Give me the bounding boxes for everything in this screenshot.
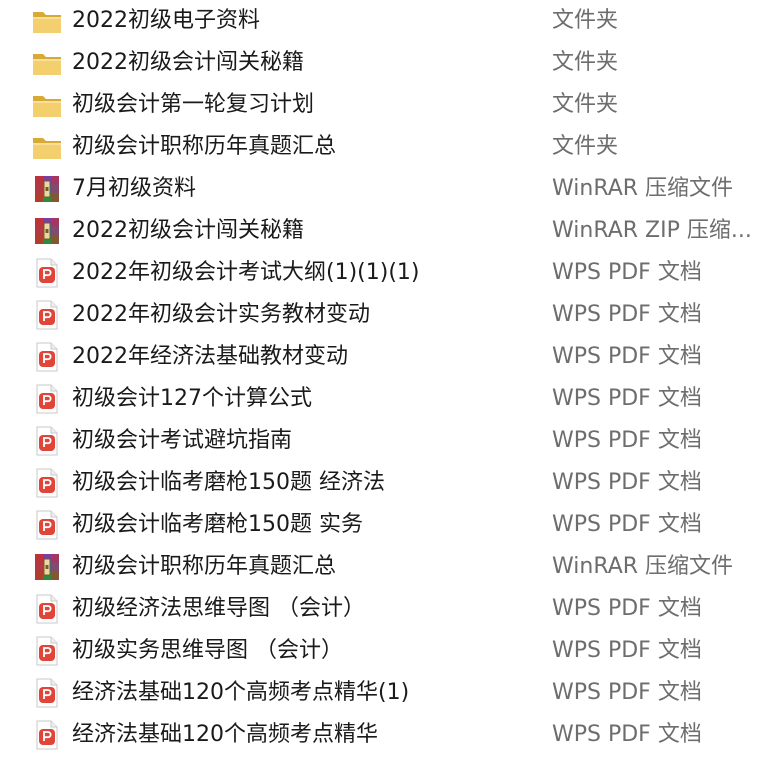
- file-name: 初级会计临考磨枪150题 经济法: [72, 470, 385, 495]
- file-row[interactable]: 初级会计127个计算公式 WPS PDF 文档: [0, 378, 772, 420]
- file-row[interactable]: 初级会计考试避坑指南 WPS PDF 文档: [0, 420, 772, 462]
- file-row[interactable]: 2022年经济法基础教材变动 WPS PDF 文档: [0, 336, 772, 378]
- file-row[interactable]: 7月初级资料 WinRAR 压缩文件: [0, 168, 772, 210]
- file-type: 文件夹: [552, 50, 619, 75]
- file-type: WinRAR 压缩文件: [552, 176, 734, 201]
- pdf-icon: [31, 509, 63, 541]
- file-name: 2022初级会计闯关秘籍: [72, 50, 304, 75]
- file-row[interactable]: 经济法基础120个高频考点精华 WPS PDF 文档: [0, 714, 772, 756]
- file-name: 经济法基础120个高频考点精华: [72, 722, 378, 747]
- file-type: 文件夹: [552, 134, 619, 159]
- file-name: 初级实务思维导图 （会计）: [72, 638, 343, 663]
- file-name: 初级会计127个计算公式: [72, 386, 312, 411]
- file-row[interactable]: 初级会计临考磨枪150题 实务 WPS PDF 文档: [0, 504, 772, 546]
- file-name: 2022年初级会计考试大纲(1)(1)(1): [72, 260, 420, 285]
- folder-icon: [31, 47, 63, 79]
- file-name: 经济法基础120个高频考点精华(1): [72, 680, 410, 705]
- file-row[interactable]: 初级会计职称历年真题汇总 WinRAR 压缩文件: [0, 546, 772, 588]
- file-type: WPS PDF 文档: [552, 722, 702, 747]
- file-name: 2022年经济法基础教材变动: [72, 344, 348, 369]
- file-type: WinRAR 压缩文件: [552, 554, 734, 579]
- pdf-icon: [31, 719, 63, 751]
- folder-icon: [31, 5, 63, 37]
- file-row[interactable]: 初级实务思维导图 （会计） WPS PDF 文档: [0, 630, 772, 672]
- file-row[interactable]: 2022初级会计闯关秘籍 WinRAR ZIP 压缩...: [0, 210, 772, 252]
- winrar-archive-icon: [31, 215, 63, 247]
- file-row[interactable]: 2022年初级会计实务教材变动 WPS PDF 文档: [0, 294, 772, 336]
- file-type: WPS PDF 文档: [552, 386, 702, 411]
- file-name: 2022年初级会计实务教材变动: [72, 302, 370, 327]
- file-row[interactable]: 初级经济法思维导图 （会计） WPS PDF 文档: [0, 588, 772, 630]
- file-name: 初级经济法思维导图 （会计）: [72, 596, 365, 621]
- winrar-archive-icon: [31, 173, 63, 205]
- file-row[interactable]: 经济法基础120个高频考点精华(1) WPS PDF 文档: [0, 672, 772, 714]
- pdf-icon: [31, 383, 63, 415]
- pdf-icon: [31, 635, 63, 667]
- file-row[interactable]: 2022初级会计闯关秘籍 文件夹: [0, 42, 772, 84]
- file-type: WPS PDF 文档: [552, 680, 702, 705]
- file-name: 初级会计临考磨枪150题 实务: [72, 512, 363, 537]
- pdf-icon: [31, 593, 63, 625]
- file-type: WinRAR ZIP 压缩...: [552, 218, 752, 243]
- pdf-icon: [31, 677, 63, 709]
- folder-icon: [31, 89, 63, 121]
- file-row[interactable]: 2022年初级会计考试大纲(1)(1)(1) WPS PDF 文档: [0, 252, 772, 294]
- file-type: WPS PDF 文档: [552, 470, 702, 495]
- file-row[interactable]: 初级会计职称历年真题汇总 文件夹: [0, 126, 772, 168]
- pdf-icon: [31, 425, 63, 457]
- pdf-icon: [31, 341, 63, 373]
- folder-icon: [31, 131, 63, 163]
- file-row[interactable]: 初级会计第一轮复习计划 文件夹: [0, 84, 772, 126]
- file-type: WPS PDF 文档: [552, 428, 702, 453]
- file-type: 文件夹: [552, 92, 619, 117]
- file-type: WPS PDF 文档: [552, 596, 702, 621]
- file-name: 初级会计第一轮复习计划: [72, 92, 315, 117]
- file-type: WPS PDF 文档: [552, 302, 702, 327]
- file-name: 2022初级会计闯关秘籍: [72, 218, 304, 243]
- pdf-icon: [31, 299, 63, 331]
- file-type: 文件夹: [552, 8, 619, 33]
- file-type: WPS PDF 文档: [552, 512, 702, 537]
- pdf-icon: [31, 467, 63, 499]
- file-name: 初级会计职称历年真题汇总: [72, 134, 337, 159]
- winrar-archive-icon: [31, 551, 63, 583]
- file-name: 2022初级电子资料: [72, 8, 260, 33]
- file-type: WPS PDF 文档: [552, 344, 702, 369]
- file-type: WPS PDF 文档: [552, 638, 702, 663]
- file-name: 7月初级资料: [72, 176, 196, 201]
- file-name: 初级会计考试避坑指南: [72, 428, 293, 453]
- pdf-icon: [31, 257, 63, 289]
- file-row[interactable]: 2022初级电子资料 文件夹: [0, 0, 772, 42]
- file-row[interactable]: 初级会计临考磨枪150题 经济法 WPS PDF 文档: [0, 462, 772, 504]
- file-name: 初级会计职称历年真题汇总: [72, 554, 337, 579]
- file-type: WPS PDF 文档: [552, 260, 702, 285]
- file-list: 2022初级电子资料 文件夹 2022初级会计闯关秘籍 文件夹 初级会计第一轮复习计划文…: [0, 0, 772, 780]
